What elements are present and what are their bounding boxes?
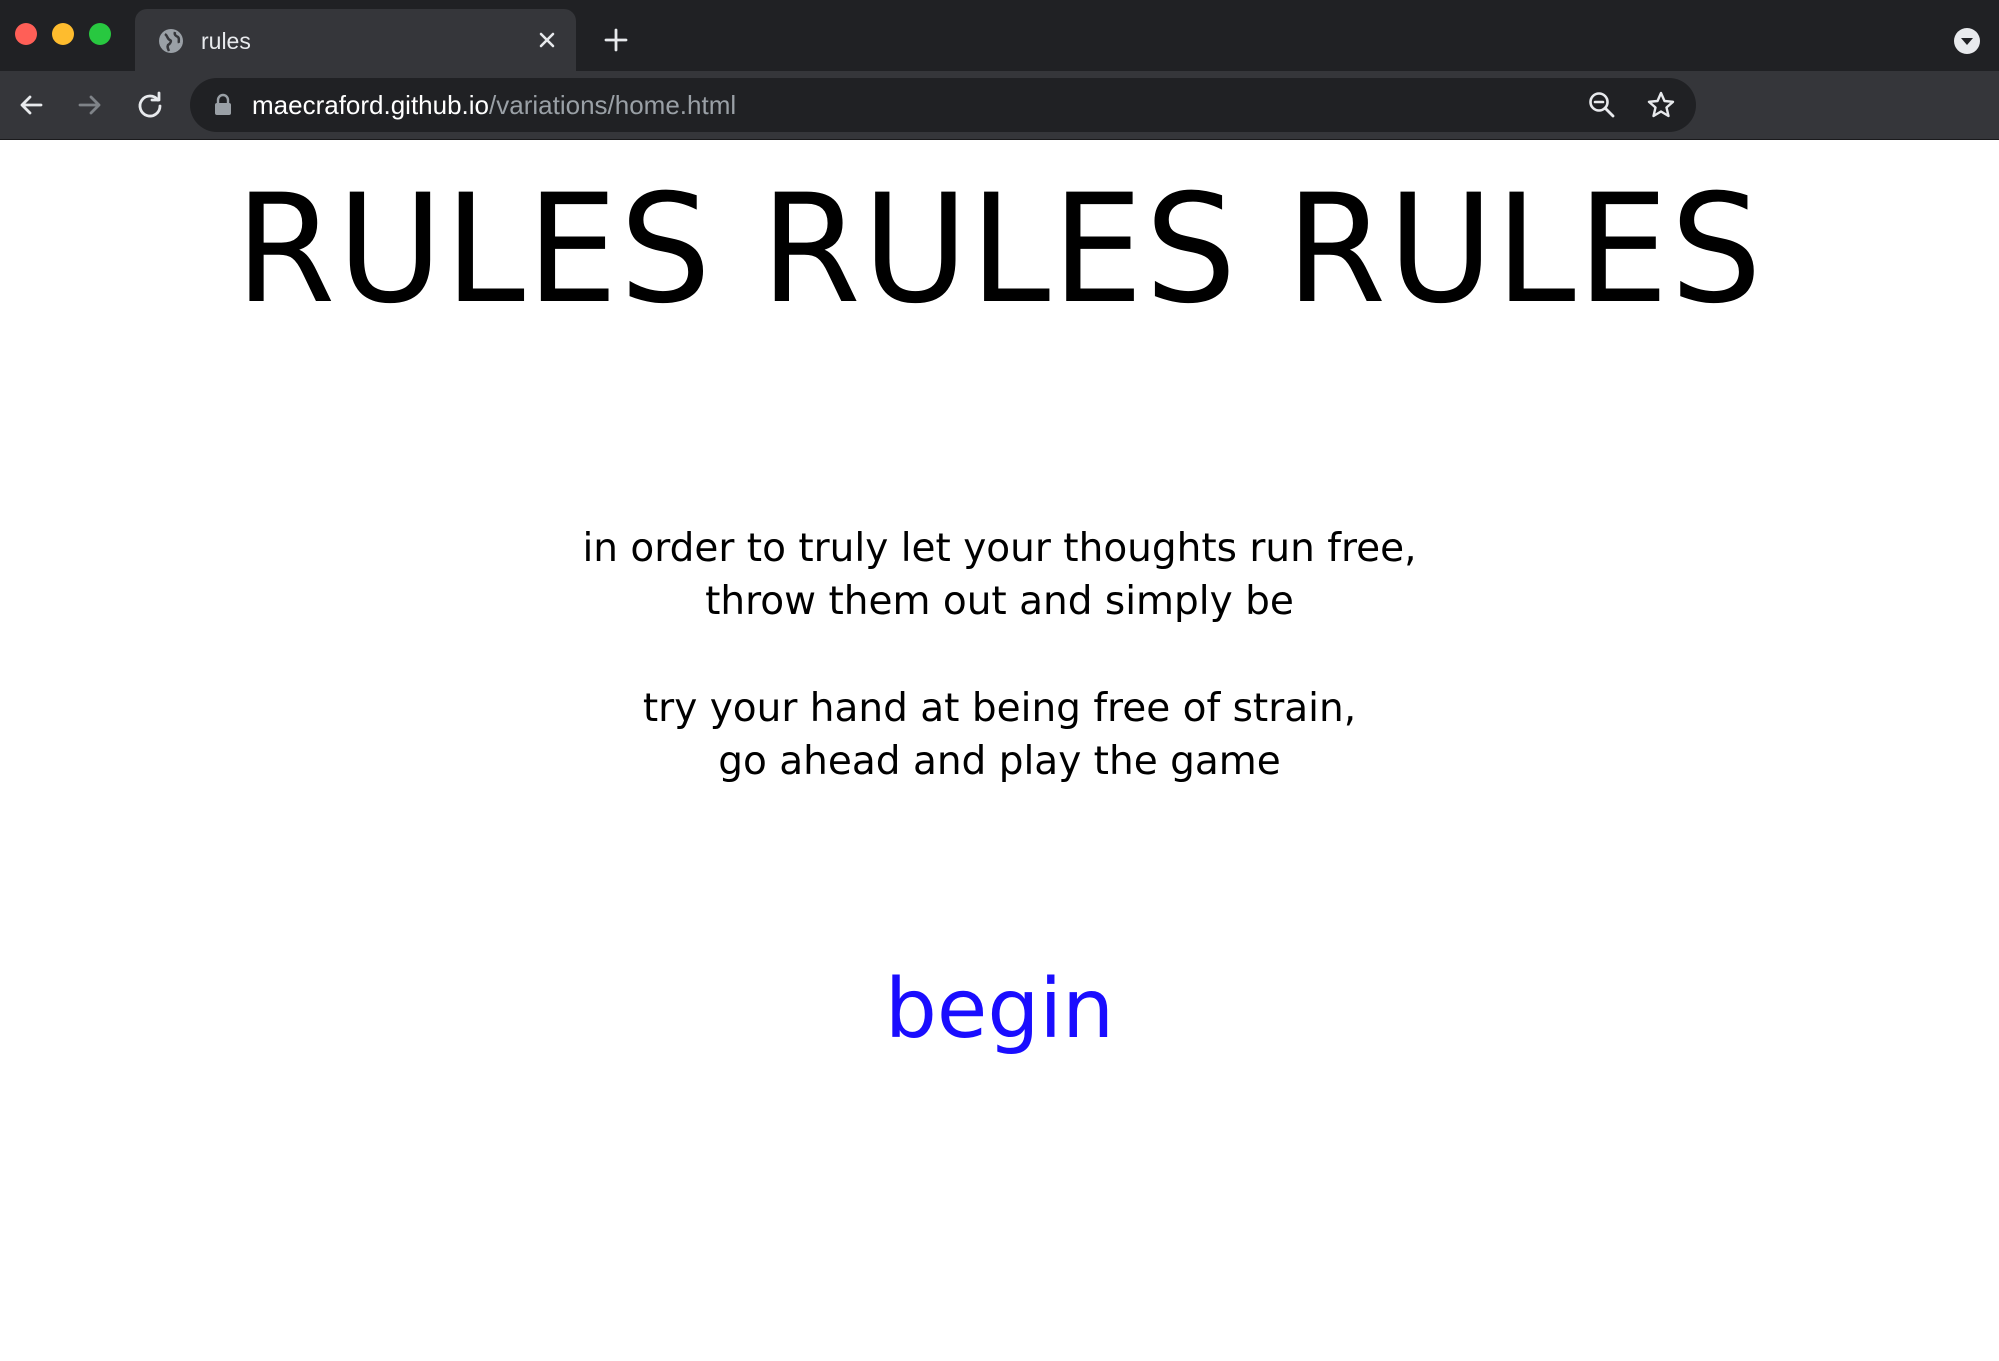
page-content: RULES RULES RULES in order to truly let … <box>0 140 1999 1361</box>
zoom-window-button[interactable] <box>89 23 111 45</box>
tab-rules[interactable]: rules <box>135 9 576 71</box>
address-bar[interactable]: maecraford.github.io/variations/home.htm… <box>190 78 1696 132</box>
reload-icon[interactable] <box>133 88 167 122</box>
plus-icon[interactable] <box>601 25 631 55</box>
close-window-button[interactable] <box>15 23 37 45</box>
star-icon[interactable] <box>1646 90 1676 120</box>
tab-strip: rules <box>0 0 1999 71</box>
browser-window: rules maecraford.github.io/variations/ho… <box>0 0 1999 1361</box>
tab-title: rules <box>201 28 251 54</box>
poem-line: throw them out and simply be <box>705 579 1294 624</box>
poem-line: go ahead and play the game <box>718 739 1281 784</box>
url-host: maecraford.github.io <box>252 90 490 120</box>
url-path: /variations/home.html <box>489 90 737 120</box>
globe-icon <box>158 28 184 54</box>
zoom-out-icon[interactable] <box>1587 90 1617 120</box>
close-icon[interactable] <box>534 27 560 53</box>
browser-toolbar: maecraford.github.io/variations/home.htm… <box>0 71 1999 140</box>
url-text[interactable]: maecraford.github.io/variations/home.htm… <box>252 90 736 120</box>
arrow-left-icon[interactable] <box>14 88 48 122</box>
arrow-right-icon[interactable] <box>73 88 107 122</box>
minimize-window-button[interactable] <box>52 23 74 45</box>
begin-link[interactable]: begin <box>0 960 1999 1060</box>
poem-line: in order to truly let your thoughts run … <box>582 526 1417 571</box>
poem-stanza-2: try your hand at being free of strain, g… <box>0 682 1999 788</box>
poem-line: try your hand at being free of strain, <box>642 686 1357 731</box>
poem-stanza-1: in order to truly let your thoughts run … <box>0 522 1999 628</box>
page-title: RULES RULES RULES <box>235 163 1764 337</box>
lock-icon[interactable] <box>213 93 233 117</box>
chevron-down-icon[interactable] <box>1953 27 1981 55</box>
poem: in order to truly let your thoughts run … <box>0 522 1999 842</box>
